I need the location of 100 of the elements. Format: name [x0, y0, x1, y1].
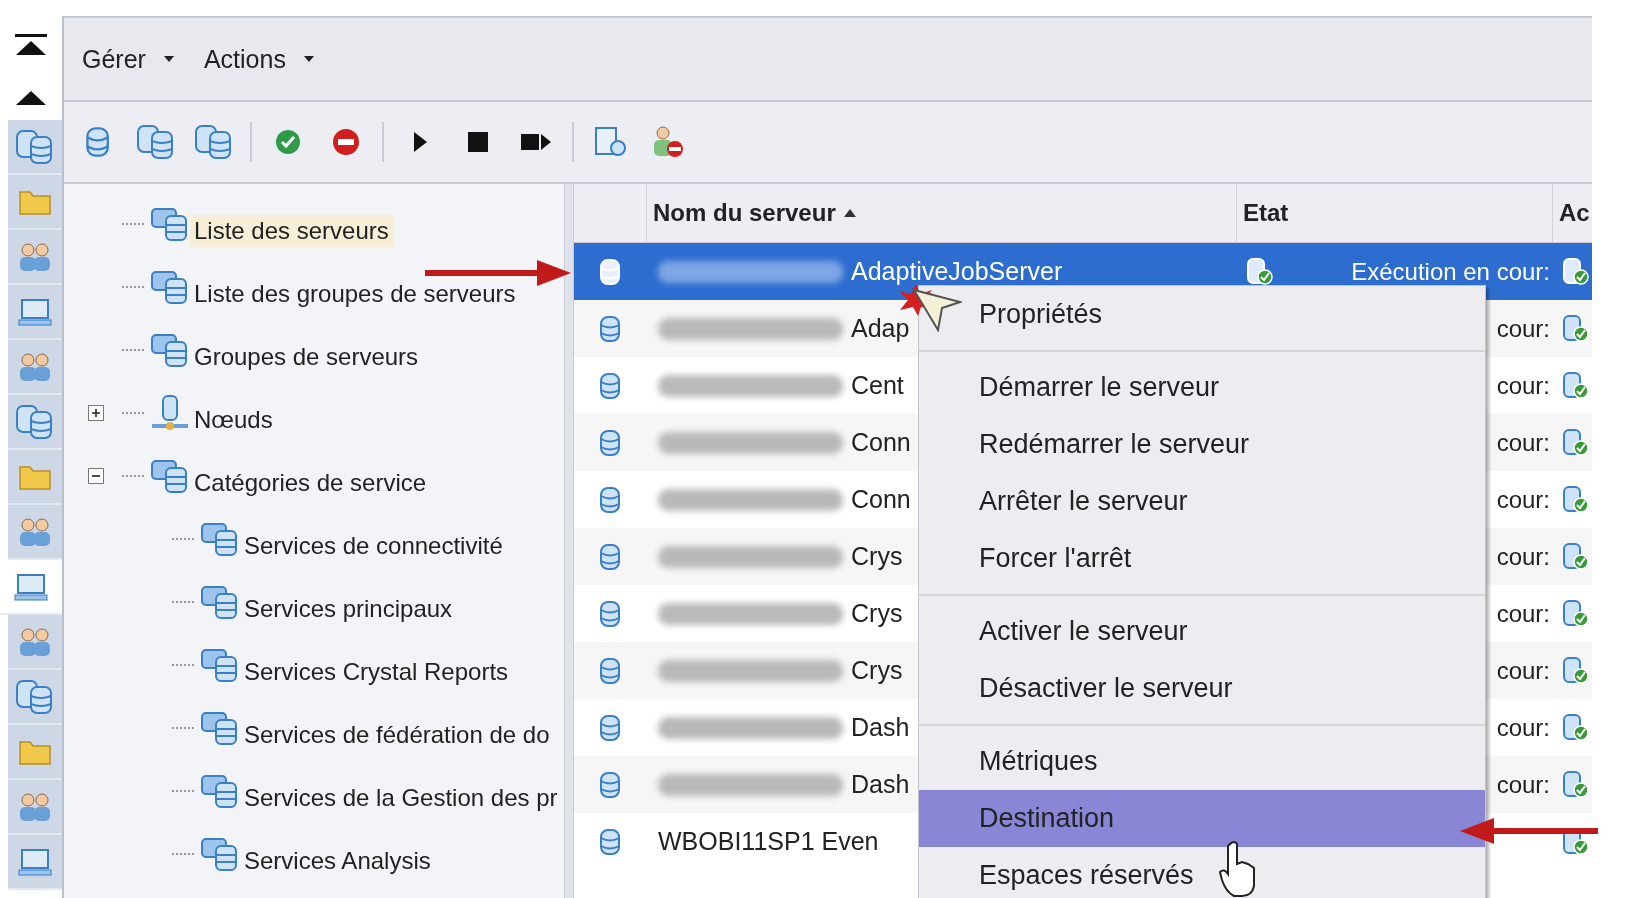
user-remove-icon [651, 125, 685, 159]
tree-item[interactable]: Services principaux [240, 592, 457, 625]
server-node-icon [150, 393, 190, 432]
server-name: Adap [851, 314, 910, 343]
menu-entry[interactable]: Espaces réservés [919, 847, 1485, 898]
collapse-toggle[interactable] [88, 467, 104, 484]
stop-play-icon [520, 132, 552, 152]
caret-down-icon [163, 56, 174, 62]
menu-entry[interactable]: Redémarrer le serveur [919, 416, 1485, 473]
database-icon [84, 125, 112, 159]
server-state: cour: [1496, 599, 1551, 628]
menu-item[interactable]: Actions [201, 38, 316, 80]
monitor-icon [17, 296, 53, 327]
tree-item[interactable]: Services de fédération de do [240, 718, 554, 751]
document-list-icon [593, 126, 627, 158]
server-icon [598, 313, 622, 344]
people-icon [17, 625, 53, 658]
nav-button[interactable] [8, 340, 62, 395]
database-stack-icon [15, 403, 55, 440]
people-icon [17, 515, 53, 548]
service-category-icon [150, 268, 190, 305]
people-icon [17, 790, 53, 823]
play-icon [412, 131, 428, 153]
server-state: cour: [1496, 713, 1551, 742]
tree-item[interactable]: Liste des groupes de serveurs [190, 277, 520, 310]
service-category-icon [200, 583, 240, 620]
nav-button[interactable] [8, 230, 62, 285]
service-category-icon [150, 205, 190, 242]
nav-button[interactable] [8, 395, 62, 450]
menu-entry[interactable]: Arrêter le serveur [919, 473, 1485, 530]
column-header[interactable]: Nom du serveur [646, 184, 1236, 242]
tree-item[interactable]: Catégories de service [190, 466, 431, 499]
nav-button[interactable] [8, 615, 62, 670]
menu-entry[interactable]: Démarrer le serveur [919, 359, 1485, 416]
service-category-icon [200, 772, 240, 809]
server-name: AdaptiveJobServer [851, 257, 1063, 286]
server-state: cour: [1496, 314, 1551, 343]
service-category-icon [150, 457, 190, 494]
nav-button[interactable] [8, 285, 62, 340]
nav-button[interactable] [8, 670, 62, 725]
menu-item[interactable]: Gérer [80, 38, 176, 80]
database-transfer-icon [194, 124, 234, 160]
nav-button[interactable] [8, 175, 62, 230]
column-header[interactable]: Etat [1236, 184, 1552, 242]
tree-item[interactable]: Groupes de serveurs [190, 340, 423, 373]
server-name: Cent [851, 371, 904, 400]
service-category-icon [150, 331, 190, 368]
service-category-icon [200, 835, 240, 872]
service-category-icon [200, 709, 240, 746]
menu-entry[interactable]: Forcer l'arrêt [919, 530, 1485, 587]
tree-item[interactable]: Services de la Gestion des pr [240, 781, 562, 814]
scroll-top-icon[interactable] [14, 33, 48, 57]
server-state: cour: [1496, 770, 1551, 799]
hand-pointer-icon [1218, 840, 1258, 898]
tree-item[interactable]: Nœuds [190, 403, 277, 436]
tree-item[interactable]: Services Crystal Reports [240, 655, 513, 688]
nav-button[interactable] [8, 505, 62, 560]
nav-button[interactable] [8, 120, 62, 175]
nav-button[interactable] [8, 835, 62, 890]
server-name: Dash [851, 770, 910, 799]
database-stack-icon [15, 678, 55, 715]
nav-button[interactable] [8, 780, 62, 835]
nav-button[interactable] [8, 450, 62, 505]
menu-entry[interactable]: Métriques [919, 733, 1485, 790]
monitor-icon [13, 571, 49, 602]
check-icon [274, 128, 302, 156]
server-state: cour: [1496, 371, 1551, 400]
expand-toggle[interactable] [88, 404, 104, 421]
server-icon [598, 541, 622, 572]
server-icon [598, 598, 622, 629]
server-icon [598, 427, 622, 458]
server-icon [598, 370, 622, 401]
server-icon [598, 769, 622, 800]
menu-entry[interactable]: Désactiver le serveur [919, 660, 1485, 717]
mouse-pointer-icon [912, 288, 962, 332]
people-icon [17, 240, 53, 273]
running-server-icon [1562, 256, 1590, 287]
service-category-icon [200, 520, 240, 557]
tree-item[interactable]: Services de connectivité [240, 529, 507, 562]
server-name: Crys [851, 542, 903, 571]
server-name: WBOBI11SP1 Even [657, 827, 879, 856]
stop-sign-icon [331, 127, 361, 157]
menu-entry[interactable]: Destination [919, 790, 1485, 847]
server-icon [598, 655, 622, 686]
server-state: cour: [1496, 656, 1551, 685]
nav-button[interactable] [8, 725, 62, 780]
caret-down-icon [303, 56, 314, 62]
server-state: cour: [1496, 428, 1551, 457]
server-state: cour: [1496, 542, 1551, 571]
server-icon [598, 712, 622, 743]
stop-icon [467, 131, 489, 153]
server-state: cour: [1496, 485, 1551, 514]
column-header[interactable]: Ac [1552, 184, 1592, 242]
server-icon [598, 826, 622, 857]
server-name: Dash [851, 713, 910, 742]
monitor-icon [17, 846, 53, 877]
menu-entry[interactable]: Activer le serveur [919, 603, 1485, 660]
tree-item[interactable]: Services Analysis [240, 844, 435, 877]
running-server-icon [1246, 256, 1274, 287]
tree-item[interactable]: Liste des serveurs [190, 214, 393, 247]
